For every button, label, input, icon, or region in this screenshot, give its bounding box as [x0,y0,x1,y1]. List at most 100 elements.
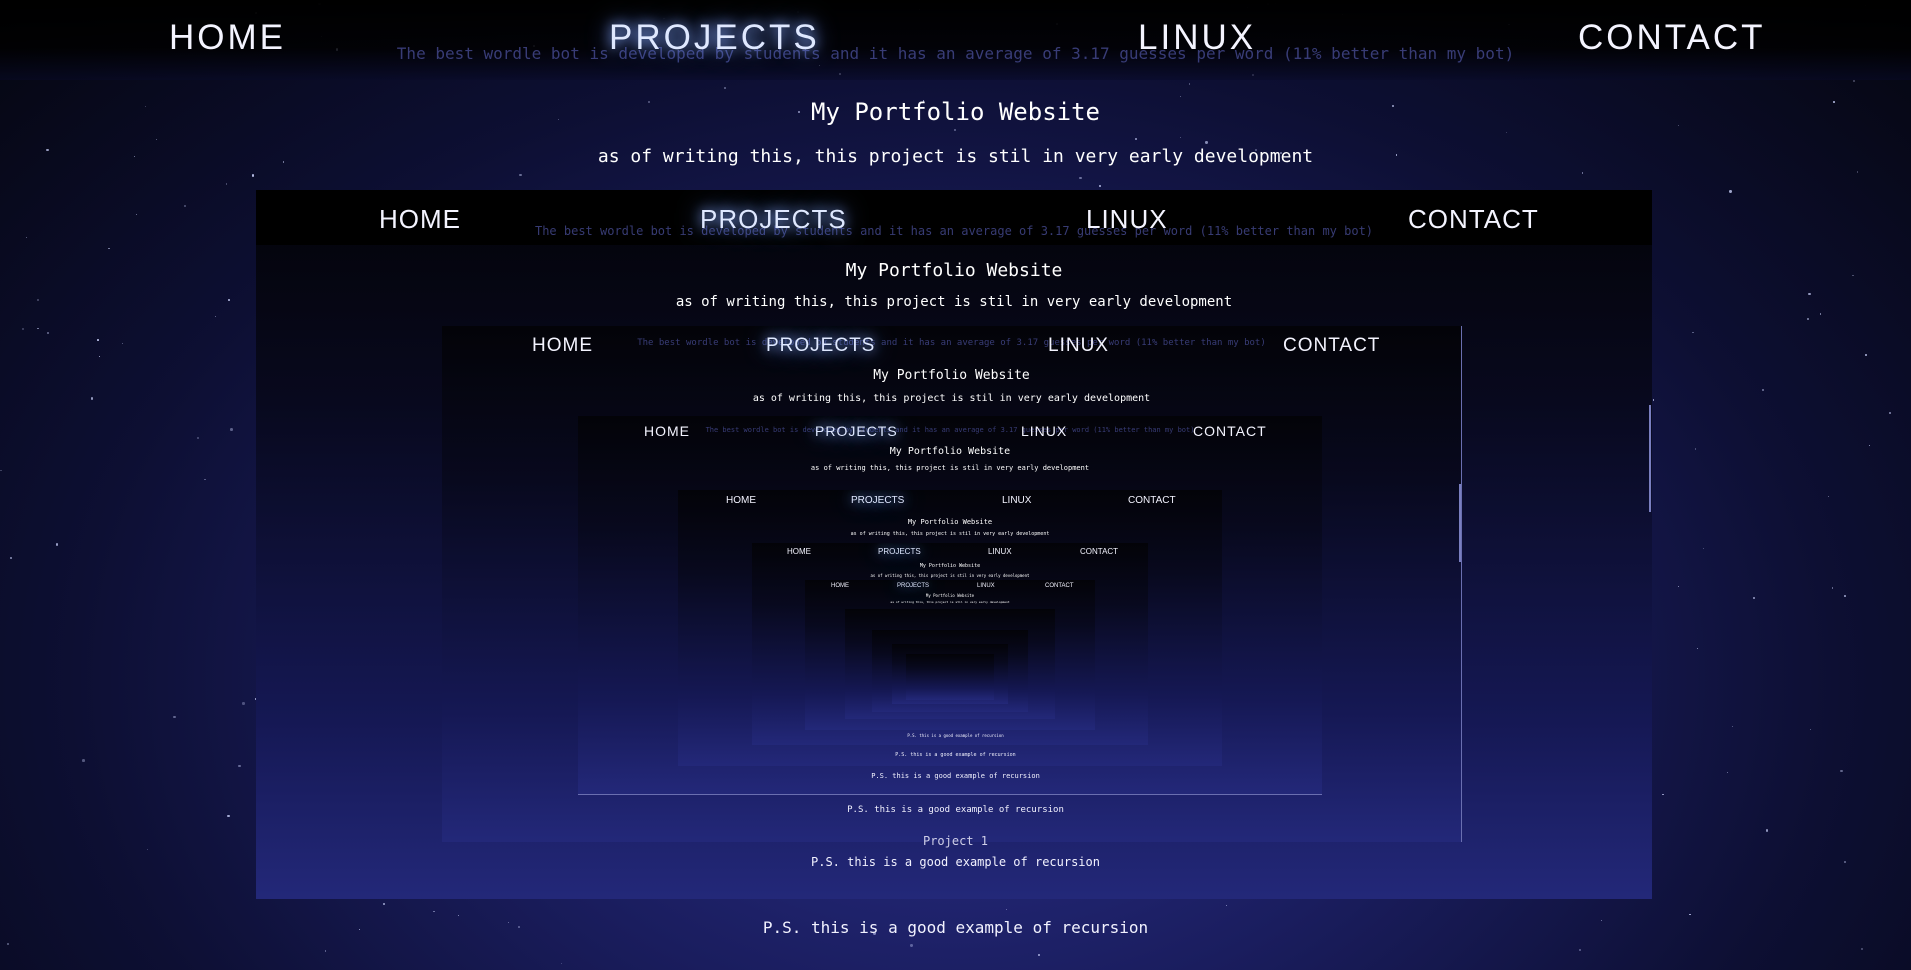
embed-nav-linux[interactable]: LINUX [1048,335,1109,357]
star [214,316,216,318]
embed-title: My Portfolio Website [873,368,1030,383]
embed-nav-home[interactable]: HOME [379,204,461,235]
star [184,204,187,207]
star [519,173,522,177]
embed-title: My Portfolio Website [845,260,1063,281]
star [1856,171,1858,173]
embed-nav-projects[interactable]: PROJECTS [851,495,904,506]
star [90,397,93,400]
embed-nav-linux[interactable]: LINUX [1086,204,1168,235]
star [1188,83,1191,85]
star [1827,495,1829,497]
recursive-embed-10 [906,654,994,700]
embed-nav-home[interactable]: HOME [726,495,756,506]
star [1808,292,1811,296]
embed-nav-projects[interactable]: PROJECTS [815,423,898,439]
star [97,339,99,341]
page-title: My Portfolio Website [811,98,1100,126]
star [433,910,435,913]
embed-nav-contact[interactable]: CONTACT [1080,547,1118,556]
star [560,962,562,964]
star [1098,184,1101,187]
embed-nav-contact[interactable]: CONTACT [1408,204,1539,235]
star [1765,829,1768,832]
star [204,478,206,481]
embed-nav-projects[interactable]: PROJECTS [700,204,847,235]
top-navbar: The best wordle bot is developed by stud… [0,0,1911,80]
star [0,469,2,472]
star [1678,585,1680,587]
star [324,950,327,952]
star [1806,317,1809,320]
nav-linux[interactable]: LINUX [1138,18,1256,58]
star [458,914,460,916]
star [55,543,59,546]
embed-title: My Portfolio Website [925,593,975,598]
star [251,174,254,177]
star [953,128,957,132]
embed-scrollbar-thumb[interactable] [1649,405,1651,512]
star [1581,171,1584,174]
recursion-note-level-2: P.S. this is a good example of recursion [847,805,1064,815]
embed-scrollbar-thumb[interactable] [1459,484,1461,562]
recursion-note-level-5: P.S. this is a good example of recursion [907,733,1004,738]
star [1831,587,1834,589]
embed-title: My Portfolio Website [919,563,981,569]
embed-nav-linux[interactable]: LINUX [1002,495,1031,506]
embed-nav-home[interactable]: HOME [532,335,593,357]
embed-nav-linux[interactable]: LINUX [988,547,1012,556]
star [146,849,149,851]
star [910,944,913,947]
recursion-note-level-3: P.S. this is a good example of recursion [871,772,1040,780]
embed-nav-projects[interactable]: PROJECTS [897,583,929,589]
star [7,943,10,946]
star [37,327,39,329]
star [1810,728,1812,731]
star [228,299,231,302]
embed-nav-home[interactable]: HOME [644,423,690,439]
star [1761,389,1764,392]
nav-projects[interactable]: PROJECTS [609,18,820,58]
star [230,428,233,431]
star [9,556,12,559]
embed-nav-home[interactable]: HOME [831,583,849,589]
nav-contact[interactable]: CONTACT [1578,18,1766,58]
star [1225,905,1227,907]
star [1888,411,1892,415]
star [135,213,137,216]
project-heading-partial: Project 1 [922,834,989,848]
star [1694,448,1697,450]
star [1869,445,1871,447]
star [227,814,230,817]
embed-nav-projects[interactable]: PROJECTS [766,335,875,357]
embed-nav-contact[interactable]: CONTACT [1045,583,1074,589]
embed-nav-linux[interactable]: LINUX [1021,423,1067,439]
embed-nav-linux[interactable]: LINUX [977,583,995,589]
star [1205,141,1208,144]
embed-subtitle: as of writing this, this project is stil… [752,393,1151,404]
embed-nav-projects[interactable]: PROJECTS [878,547,921,556]
star [1852,79,1855,83]
embed-title: My Portfolio Website [889,446,1011,457]
star [1006,909,1008,911]
embed-subtitle: as of writing this, this project is stil… [675,294,1233,310]
star [1732,726,1734,728]
nav-home[interactable]: HOME [169,18,286,58]
star [1696,647,1699,650]
star [1819,313,1822,315]
star [1852,275,1854,277]
embed-nav-contact[interactable]: CONTACT [1283,335,1380,357]
recursion-note-level-1: P.S. this is a good example of recursion [811,855,1100,869]
recursion-note: P.S. this is a good example of recursion [762,918,1149,937]
page-subtitle: as of writing this, this project is stil… [597,146,1314,167]
star [1729,190,1732,193]
star [1180,137,1182,139]
star [1689,913,1692,916]
star [47,331,50,334]
embed-nav-contact[interactable]: CONTACT [1193,423,1267,439]
recursion-note-level-4: P.S. this is a good example of recursion [895,752,1016,758]
star [25,236,27,238]
star [1753,596,1756,600]
embed-nav-contact[interactable]: CONTACT [1128,495,1176,506]
embed-nav-home[interactable]: HOME [787,547,811,556]
